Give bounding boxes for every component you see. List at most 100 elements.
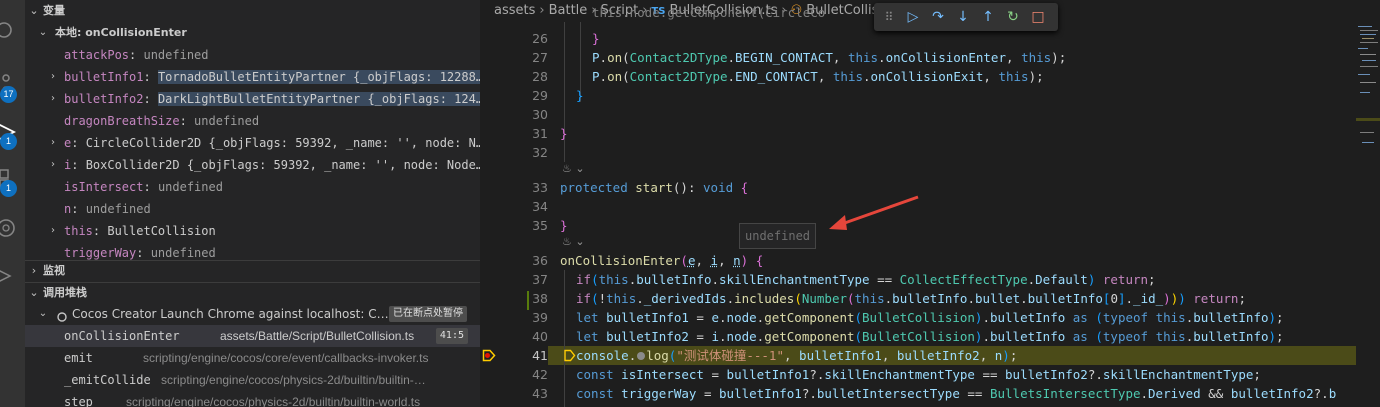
scope-title: 本地: onCollisionEnter (55, 26, 187, 39)
variable-row[interactable]: triggerWay: undefined (25, 242, 480, 260)
drag-handle-icon[interactable]: ⠿ (880, 8, 898, 26)
line-number: 39 (532, 310, 548, 325)
code-line[interactable]: P.on(Contact2DType.BEGIN_CONTACT, this.o… (592, 48, 1066, 67)
code-line[interactable]: this.node.getComponent(CircleCo (592, 3, 825, 22)
stack-frame-row[interactable]: _emitCollide scripting/engine/cocos/phys… (25, 369, 480, 391)
variable-row[interactable]: dragonBreathSize: undefined (25, 110, 480, 132)
cocos-codelens-icon[interactable]: ♨ ⌄ (562, 162, 585, 175)
stack-frame-path: scripting/engine/cocos/core/event/callba… (143, 351, 429, 365)
search-icon[interactable] (0, 16, 20, 44)
current-statement-icon (564, 349, 576, 362)
code-line[interactable]: protected start(): void { (560, 178, 748, 197)
stack-frame-function: _emitCollide (64, 373, 151, 387)
variable-name: n (64, 202, 72, 216)
variable-value: BoxCollider2D {_objFlags: 59392, _name: … (85, 158, 480, 172)
code-line[interactable]: const triggerWay = bulletInfo1?.bulletIn… (576, 384, 1336, 403)
variable-row[interactable]: › i: BoxCollider2D {_objFlags: 59392, _n… (25, 154, 480, 176)
code-editor[interactable]: assets › Battle › Script › TS BulletCollision.t… (480, 0, 1380, 407)
inline-breakpoint-dot[interactable] (637, 352, 646, 360)
stack-frame-position: 41:5 (435, 328, 468, 344)
extensions-badge: 1 (0, 180, 17, 197)
code-line[interactable]: } (560, 124, 568, 143)
variable-row[interactable]: › bulletInfo1: TornadoBulletEntityPartne… (25, 66, 480, 88)
code-line[interactable]: } (592, 29, 600, 48)
line-number: 34 (532, 199, 548, 214)
line-number: 38 (532, 291, 548, 306)
callstack-section-header[interactable]: ⌄ 调用堆栈 (25, 282, 480, 304)
line-number: 31 (532, 126, 548, 141)
stack-frame-row[interactable]: emit scripting/engine/cocos/core/event/c… (25, 347, 480, 369)
stop-icon[interactable]: □ (1029, 8, 1047, 26)
variable-row[interactable]: isIntersect: undefined (25, 176, 480, 198)
openai-icon[interactable] (0, 214, 20, 242)
minimap[interactable] (1356, 22, 1380, 407)
code-line[interactable]: let bulletInfo2 = i.node.getComponent(Bu… (576, 327, 1284, 346)
code-line[interactable]: let bulletInfo1 = e.node.getComponent(Bu… (576, 308, 1284, 327)
stack-frame-row[interactable]: onCollisionEnter assets/Battle/Script/Bu… (25, 325, 480, 347)
debug-side-panel: ⌄ 变量 ⌄ 本地: onCollisionEnter attackPos: un… (25, 0, 480, 407)
step-over-icon[interactable]: ↷ (929, 8, 947, 26)
variable-value: undefined (157, 180, 223, 194)
chevron-right-icon[interactable]: › (47, 154, 59, 176)
debug-session[interactable]: ⌄ Cocos Creator Launch Chrome against lo… (25, 303, 480, 325)
source-control-badge: 17 (0, 86, 17, 103)
variable-name: attackPos (64, 48, 130, 62)
line-number: 36 (532, 253, 548, 268)
variable-value: undefined (85, 202, 151, 216)
watch-section-header[interactable]: › 监视 (25, 260, 480, 282)
variable-value: undefined (143, 48, 209, 62)
variables-title: 变量 (43, 4, 65, 17)
step-into-icon[interactable]: ↓ (954, 8, 972, 26)
line-number: 27 (532, 50, 548, 65)
code-line[interactable]: console. log("测试体碰撞---1", bulletInfo1, bu… (576, 346, 1017, 365)
variable-value: DarkLightBulletEntityPartner {_objFlags:… (157, 92, 480, 106)
code-line[interactable]: P.on(Contact2DType.END_CONTACT, this.onC… (592, 67, 1044, 86)
chevron-down-icon: ⌄ (38, 27, 48, 38)
cocos-icon[interactable] (0, 262, 20, 290)
code-line[interactable]: } (560, 216, 568, 235)
chevron-down-icon: ⌄ (29, 4, 39, 17)
line-number: 40 (532, 329, 548, 344)
variable-row[interactable]: › bulletInfo2: DarkLightBulletEntityPart… (25, 88, 480, 110)
stack-frame-row[interactable]: step scripting/engine/cocos/physics-2d/b… (25, 391, 480, 407)
line-number: 29 (532, 88, 548, 103)
variable-row[interactable]: attackPos: undefined (25, 44, 480, 66)
chevron-right-icon[interactable]: › (47, 66, 59, 88)
continue-icon[interactable]: ▷ (904, 8, 922, 26)
activity-bar: 17 1 1 (0, 0, 25, 407)
line-number: 30 (532, 107, 548, 122)
callstack-title: 调用堆栈 (43, 286, 87, 299)
variable-name: dragonBreathSize (64, 114, 180, 128)
code-line[interactable]: onCollisionEnter(e, i, n) { (560, 251, 763, 270)
chevron-down-icon: ⌄ (38, 308, 48, 319)
paused-status-badge: 已在断点处暂停 (389, 306, 467, 322)
chevron-down-icon: ⌄ (29, 286, 39, 299)
variable-name: e (64, 136, 72, 150)
variable-name: triggerWay (64, 246, 137, 260)
line-number: 32 (532, 145, 548, 160)
breadcrumb-item[interactable]: Battle (549, 3, 588, 18)
variable-name: i (64, 158, 72, 172)
variable-row[interactable]: n: undefined (25, 198, 480, 220)
code-line[interactable]: const isIntersect = bulletInfo1?.skillEn… (576, 365, 1261, 384)
variable-name: isIntersect (64, 180, 144, 194)
cocos-codelens-icon[interactable]: ♨ ⌄ (562, 235, 585, 248)
scope-local[interactable]: ⌄ 本地: onCollisionEnter (25, 22, 480, 44)
line-number: 37 (532, 272, 548, 287)
gear-icon (56, 308, 68, 322)
chevron-right-icon[interactable]: › (47, 220, 59, 242)
step-out-icon[interactable]: ↑ (979, 8, 997, 26)
line-number: 41 (532, 348, 548, 363)
variables-section-header[interactable]: ⌄ 变量 (25, 0, 480, 22)
line-number: 42 (532, 367, 548, 382)
code-line[interactable]: if(this.bulletInfo.skillEnchantmentType … (576, 270, 1156, 289)
variable-row[interactable]: › this: BulletCollision (25, 220, 480, 242)
variable-row[interactable]: › e: CircleCollider2D {_objFlags: 59392,… (25, 132, 480, 154)
code-line[interactable]: if(!this._derivedIds.includes(Number(thi… (576, 289, 1246, 308)
code-line[interactable]: } (576, 86, 584, 105)
line-number: 26 (532, 31, 548, 46)
chevron-right-icon[interactable]: › (47, 88, 59, 110)
restart-icon[interactable]: ↻ (1004, 8, 1022, 26)
line-number: 35 (532, 218, 548, 233)
chevron-right-icon[interactable]: › (47, 132, 59, 154)
